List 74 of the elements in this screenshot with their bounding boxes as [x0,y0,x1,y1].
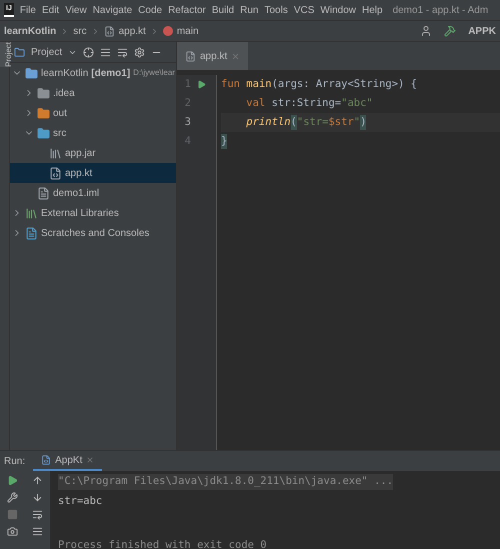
close-icon[interactable] [86,456,94,464]
breadcrumb[interactable]: main [176,24,199,38]
folder-icon [25,66,38,80]
camera-icon[interactable] [7,526,18,537]
tree-label: out [53,106,67,120]
run-icon[interactable] [197,80,206,89]
module-path: D:\jywe\lear [133,67,175,79]
console-line: Process finished with exit code 0 [58,538,267,549]
menu-item[interactable]: Navigate [92,2,132,18]
hammer-icon[interactable] [444,25,456,37]
tree-label: app.jar [65,146,96,160]
settings-icon[interactable] [134,46,146,58]
kotlin-file-icon [104,26,115,36]
code-line: val str:String="abc" [245,96,374,111]
locate-icon[interactable] [83,46,94,58]
folder-icon [37,86,50,100]
tree-item[interactable]: .idea [10,83,176,103]
menu-item[interactable]: Code [138,2,162,18]
tree-item[interactable]: src [10,123,176,143]
editor-tab[interactable]: app.kt [177,42,248,70]
line-number: 3 [184,114,191,130]
menu-item[interactable]: Run [240,2,258,18]
tree-item[interactable]: app.kt [10,163,176,183]
user-icon[interactable] [420,25,432,37]
panel-title[interactable]: Project [31,44,62,60]
folder-icon [37,106,50,120]
tree-label: app.kt [65,166,92,180]
arrow-down-icon[interactable] [32,492,43,503]
breadcrumb[interactable]: app.kt [118,24,146,38]
tree-item[interactable]: External Libraries [10,203,176,223]
jar-icon [49,146,62,160]
kotlin-file-icon [49,166,62,180]
breadcrumb[interactable]: learnKotlin [4,24,56,38]
folder-icon [37,126,50,140]
library-icon [25,206,38,220]
code-line: fun main(args: Array<String>) { [221,76,418,92]
tree-label: Scratches and Consoles [41,226,150,240]
function-icon [162,26,173,36]
panel-label: Run: [4,454,26,468]
tree-label: demo1.iml [53,186,100,200]
window-title: demo1 - app.kt - Adm [392,4,488,18]
tree-label: .idea [53,86,75,100]
run-config-selector[interactable]: APPK [468,24,496,38]
folder-icon [14,46,25,58]
menu-item[interactable]: Build [212,2,234,18]
tab-label: AppKt [55,454,82,468]
tree-label: src [53,126,66,140]
menu-item[interactable]: Refactor [168,2,206,18]
menu-item[interactable]: Window [320,2,356,18]
tree-item[interactable]: demo1.iml [10,183,176,203]
menu-item[interactable]: View [65,2,87,18]
tree-label: learnKotlin [41,66,88,80]
tree-item[interactable]: learnKotlin [demo1] D:\jywe\lear [10,63,176,83]
code-line: } [221,132,500,151]
file-icon [37,186,50,200]
module-name: [demo1] [91,66,130,80]
menu-item[interactable]: Edit [42,2,60,18]
breadcrumb[interactable]: src [73,24,87,38]
wrench-icon[interactable] [7,492,18,503]
kotlin-file-icon [41,455,52,465]
run-icon[interactable] [7,475,18,486]
console-line: str=abc [58,494,102,509]
tab-label: app.kt [200,50,228,64]
arrow-up-icon[interactable] [32,475,43,486]
tree-item[interactable]: app.jar [10,143,176,163]
menu-item[interactable]: VCS [294,2,314,18]
menu-item[interactable]: Tools [264,2,288,18]
wrap-icon[interactable] [32,509,43,520]
tree-label: External Libraries [41,206,119,220]
tree-item[interactable]: out [10,103,176,123]
kotlin-file-icon [185,50,196,62]
tree-item[interactable]: Scratches and Consoles [10,223,176,243]
menu-item[interactable]: File [20,2,36,18]
menu-item[interactable]: Help [362,2,383,18]
